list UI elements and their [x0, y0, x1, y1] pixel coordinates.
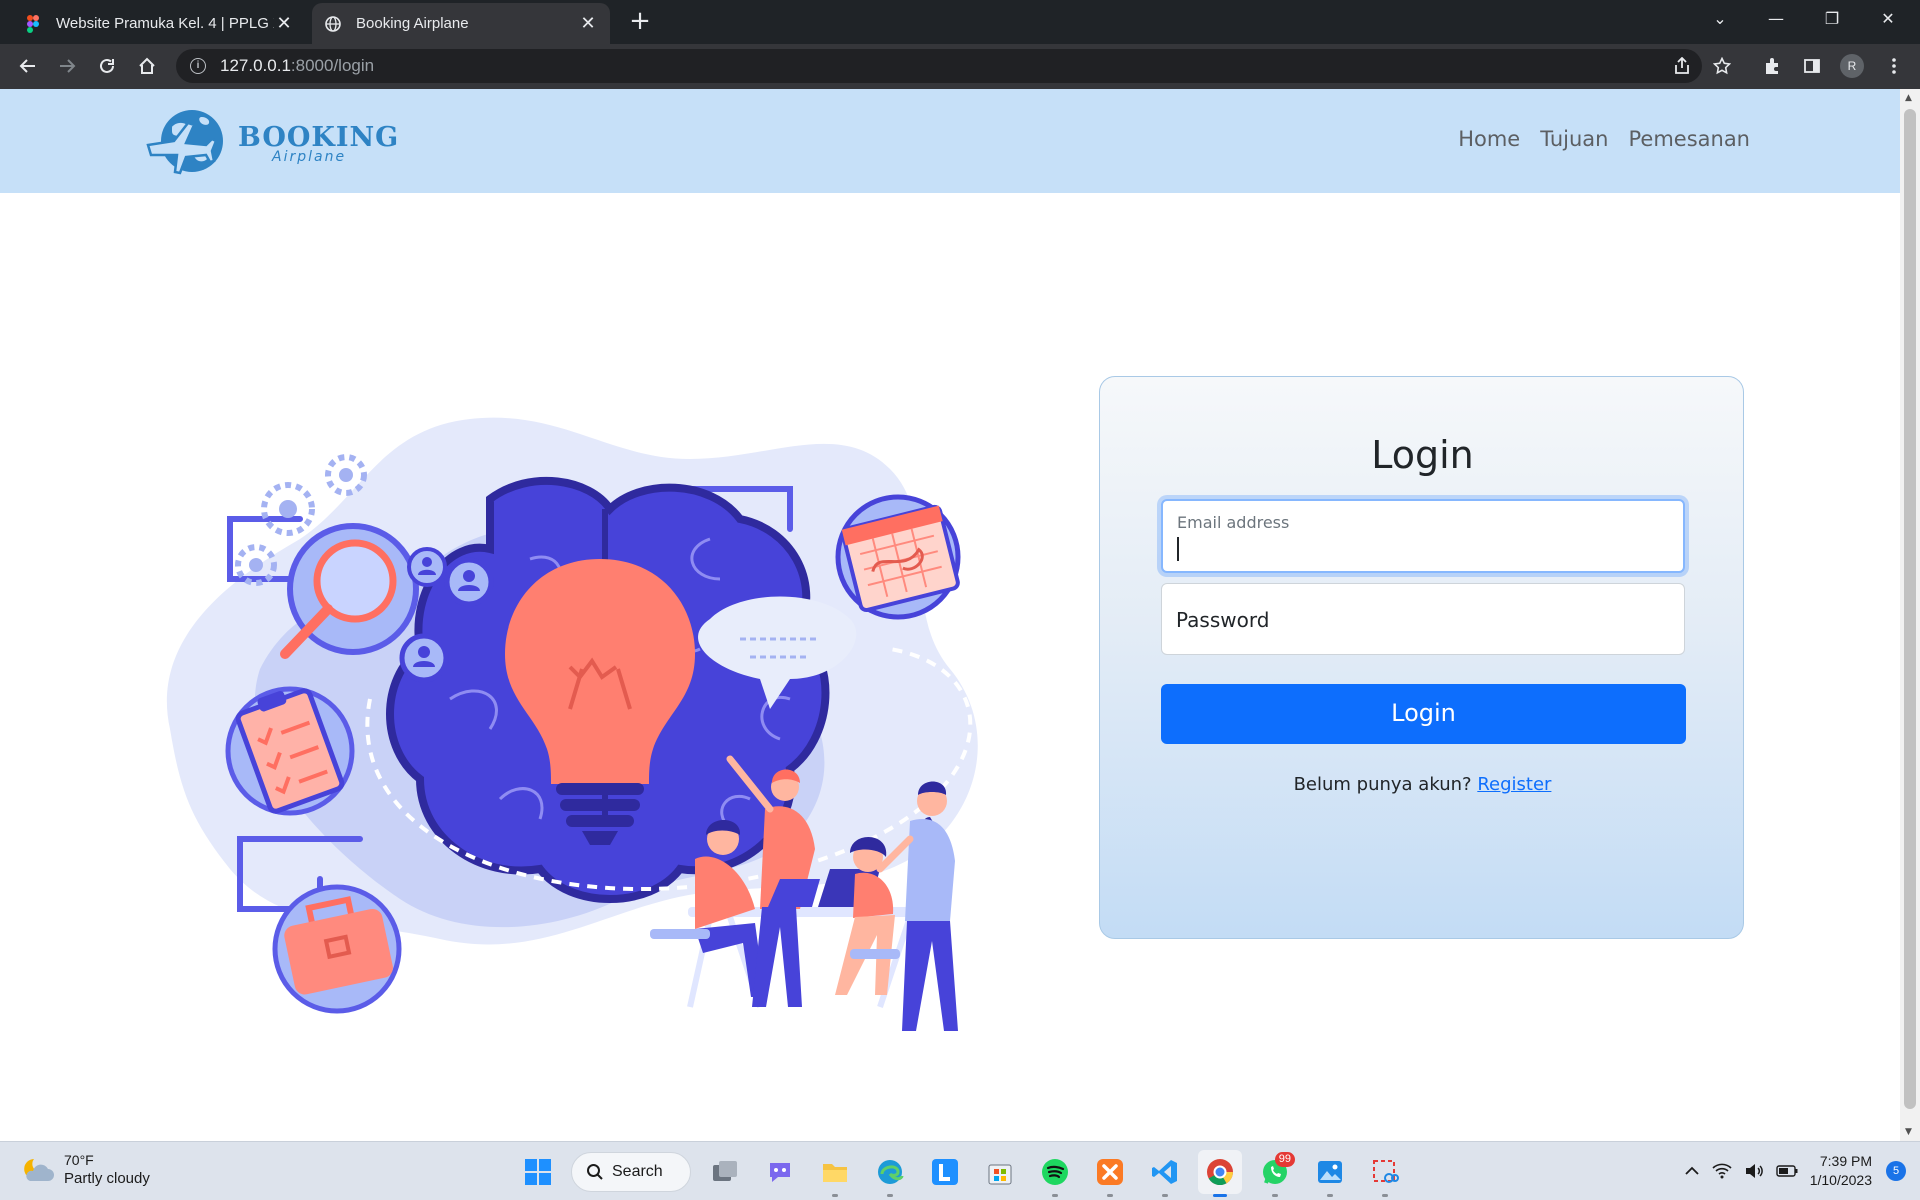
extensions-icon[interactable] [1758, 52, 1786, 80]
reload-icon[interactable] [93, 52, 121, 80]
scroll-down-icon[interactable]: ▼ [1905, 1127, 1912, 1137]
browser-menu-icon[interactable] [1880, 52, 1908, 80]
tab-website-pramuka[interactable]: Website Pramuka Kel. 4 | PPLG XI ✕ [12, 3, 306, 44]
nav-link-tujuan[interactable]: Tujuan [1540, 127, 1608, 151]
l-app-icon[interactable] [923, 1150, 967, 1194]
tab-search-chevron-icon[interactable]: ⌄ [1692, 0, 1748, 40]
weather-temp: 70°F [64, 1152, 94, 1168]
browser-toolbar: i 127.0.0.1:8000/login R [0, 44, 1920, 89]
volume-icon[interactable] [1744, 1163, 1764, 1179]
globe-airplane-logo-icon [146, 110, 223, 175]
file-explorer-icon[interactable] [813, 1150, 857, 1197]
login-button[interactable]: Login [1161, 684, 1686, 744]
site-info-icon[interactable]: i [190, 58, 206, 74]
close-window-icon[interactable]: ✕ [1860, 0, 1916, 40]
snipping-tool-icon[interactable] [1363, 1150, 1407, 1197]
back-icon[interactable] [14, 52, 42, 80]
start-windows-icon[interactable] [516, 1150, 560, 1194]
page-viewport: BOOKING Airplane Home Tujuan Pemesanan L… [0, 89, 1900, 1141]
share-icon[interactable] [1668, 52, 1696, 80]
taskbar-apps: Search 99 [516, 1150, 1418, 1197]
edge-browser-icon[interactable] [868, 1150, 912, 1197]
tab-title: Website Pramuka Kel. 4 | PPLG XI [56, 15, 274, 32]
photos-icon[interactable] [1308, 1150, 1352, 1197]
globe-icon [324, 15, 342, 33]
partly-cloudy-moon-icon [24, 1158, 54, 1181]
task-view-icon[interactable] [703, 1150, 747, 1194]
password-field[interactable]: Password [1161, 583, 1685, 655]
chrome-icon[interactable] [1198, 1150, 1242, 1197]
nav-link-home[interactable]: Home [1458, 127, 1520, 151]
forward-icon[interactable] [53, 52, 81, 80]
weather-widget[interactable]: 70°F Partly cloudy [20, 1152, 150, 1187]
profile-avatar[interactable]: R [1838, 52, 1866, 80]
address-bar[interactable]: i 127.0.0.1:8000/login [176, 49, 1702, 83]
taskbar-search[interactable]: Search [571, 1152, 691, 1192]
whatsapp-badge: 99 [1274, 1152, 1295, 1167]
chevron-up-icon[interactable] [1684, 1166, 1700, 1176]
register-link[interactable]: Register [1477, 774, 1551, 795]
main-menu: Home Tujuan Pemesanan [1458, 127, 1750, 151]
text-caret [1177, 537, 1179, 561]
home-icon[interactable] [133, 52, 161, 80]
search-icon [587, 1164, 603, 1180]
login-title: Login [1371, 433, 1474, 477]
wifi-icon[interactable] [1712, 1163, 1732, 1179]
email-label: Email address [1177, 513, 1290, 532]
brainstorm-illustration [166, 417, 978, 1031]
figma-icon [24, 14, 42, 33]
scrollbar-thumb[interactable] [1904, 109, 1916, 1109]
teams-chat-icon[interactable] [758, 1150, 802, 1194]
browser-tabstrip: Website Pramuka Kel. 4 | PPLG XI ✕ Booki… [0, 0, 1920, 44]
system-clock[interactable]: 7:39 PM 1/10/2023 [1810, 1152, 1872, 1190]
email-field[interactable]: Email address [1161, 499, 1685, 573]
restore-icon[interactable]: ❐ [1804, 0, 1860, 40]
close-tab-icon[interactable]: ✕ [274, 13, 294, 34]
scroll-up-icon[interactable]: ▲ [1905, 93, 1912, 103]
page-scrollbar[interactable]: ▲ ▼ [1900, 89, 1920, 1141]
notification-count-badge[interactable]: 5 [1886, 1161, 1906, 1181]
microsoft-store-icon[interactable] [978, 1150, 1022, 1194]
register-prompt: Belum punya akun? Register [1293, 774, 1552, 795]
windows-taskbar: 70°F Partly cloudy Search 99 7:39 PM 1/1… [0, 1141, 1920, 1200]
site-logo[interactable]: BOOKING Airplane [144, 101, 399, 185]
site-navbar: BOOKING Airplane Home Tujuan Pemesanan [0, 89, 1900, 193]
new-tab-button[interactable]: + [624, 6, 656, 38]
login-card: Login Email address Password Login Belum… [1099, 376, 1744, 939]
xampp-icon[interactable] [1088, 1150, 1132, 1197]
battery-icon[interactable] [1776, 1165, 1798, 1177]
clock-date: 1/10/2023 [1809, 1172, 1872, 1188]
url-text: 127.0.0.1:8000/login [220, 56, 375, 75]
clock-time: 7:39 PM [1819, 1153, 1872, 1169]
system-tray: 7:39 PM 1/10/2023 5 [1684, 1142, 1906, 1200]
tab-title: Booking Airplane [356, 15, 469, 32]
logo-brand-text: BOOKING [238, 121, 400, 153]
nav-link-pemesanan[interactable]: Pemesanan [1628, 127, 1750, 151]
whatsapp-icon[interactable]: 99 [1253, 1150, 1297, 1197]
tab-booking-airplane[interactable]: Booking Airplane ✕ [312, 3, 610, 44]
minimize-icon[interactable]: — [1748, 0, 1804, 40]
bookmark-star-icon[interactable] [1708, 52, 1736, 80]
close-tab-icon[interactable]: ✕ [578, 13, 598, 34]
side-panel-icon[interactable] [1798, 52, 1826, 80]
spotify-icon[interactable] [1033, 1150, 1077, 1197]
vscode-icon[interactable] [1143, 1150, 1187, 1197]
password-label: Password [1176, 608, 1270, 632]
weather-condition: Partly cloudy [64, 1170, 150, 1187]
